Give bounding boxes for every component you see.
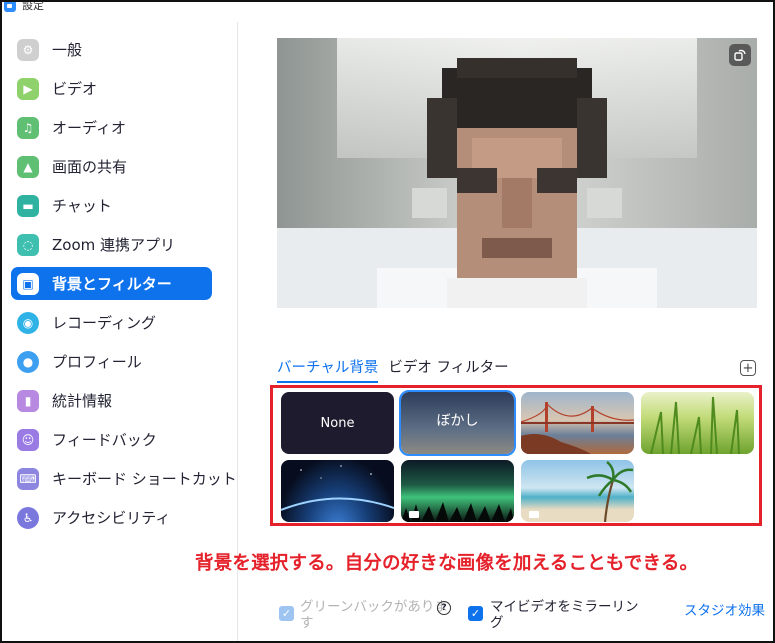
help-icon[interactable]: ? [437,601,451,615]
bottom-options: ✓ グリーンバックがありま す ? ✓ マイビデオをミラーリン グ スタジオ効果 [275,599,765,639]
tab-video-filters[interactable]: ビデオ フィルター [388,356,508,383]
sidebar-item-label: チャット [52,197,112,215]
accessibility-icon: ♿ [17,506,39,529]
sidebar-item-label: 一般 [52,41,83,59]
sidebar-item-share-screen[interactable]: ▲ 画面の共有 [11,150,212,183]
feedback-icon: ☺ [17,428,39,451]
gear-icon: ⚙ [17,38,39,61]
green-screen-label: グリーンバックがありま す [300,599,448,631]
background-blur[interactable]: ぼかし [399,390,516,456]
sidebar-item-label: ビデオ [52,80,98,98]
background-selection-highlight: None ぼかし [270,385,762,526]
background-blur-label: ぼかし [436,413,479,429]
sidebar-item-label: Zoom 連携アプリ [52,236,176,254]
sidebar-item-label: プロフィール [52,353,142,371]
check-icon: ✓ [281,607,292,620]
video-background-icon [409,511,419,518]
headphones-icon: ♫ [17,116,39,139]
sidebar-item-statistics[interactable]: ▮ 統計情報 [11,384,212,417]
check-icon: ✓ [470,607,481,620]
sidebar-item-accessibility[interactable]: ♿ アクセシビリティ [11,501,212,534]
background-aurora[interactable] [401,460,514,522]
sidebar-item-chat[interactable]: ▬ チャット [11,189,212,222]
plus-icon: + [742,360,754,376]
settings-window: 設定 ⚙ 一般 ▶ ビデオ ♫ オーディオ ▲ 画面の共有 ▬ チャット ◌ Z… [0,0,775,643]
background-grass[interactable] [641,392,754,454]
sidebar-item-label: アクセシビリティ [52,509,171,527]
earth-image [281,465,394,511]
zoom-app-icon [4,2,16,12]
annotation-text: 背景を選択する。自分の好きな画像を加えることもできる。 [195,553,699,574]
background-golden-gate[interactable] [521,392,634,454]
sidebar-item-background-filters[interactable]: ▣ 背景とフィルター [11,267,212,300]
mirror-video-label: マイビデオをミラーリン グ [490,599,639,631]
video-camera-icon: ▶ [17,77,39,100]
background-icon: ▣ [17,272,39,295]
background-none[interactable]: None [281,392,394,454]
video-preview [277,38,757,308]
add-image-button[interactable]: + [740,360,756,376]
pixelated-face-image [277,38,757,308]
sidebar-item-feedback[interactable]: ☺ フィードバック [11,423,212,456]
share-screen-icon: ▲ [17,155,39,178]
tab-virtual-background[interactable]: バーチャル背景 [277,356,379,383]
sidebar-item-label: 背景とフィルター [52,275,172,293]
chat-icon: ▬ [17,194,39,217]
sidebar-item-label: レコーディング [52,314,156,332]
sidebar-item-profile[interactable]: ● プロフィール [11,345,212,378]
sidebar-item-label: キーボード ショートカット [52,470,237,488]
video-background-icon [529,511,539,518]
mirror-video-checkbox[interactable]: ✓ [468,606,483,621]
green-screen-checkbox[interactable]: ✓ [279,606,294,621]
background-beach[interactable] [521,460,634,522]
record-icon: ◉ [17,311,39,334]
background-earth[interactable] [281,460,394,522]
rotate-icon [734,49,746,61]
title-bar: 設定 [2,2,773,16]
background-none-label: None [320,415,355,431]
sidebar-item-keyboard-shortcuts[interactable]: ⌨ キーボード ショートカット [11,462,237,495]
statistics-icon: ▮ [17,389,39,412]
rotate-video-button[interactable] [729,44,751,66]
keyboard-icon: ⌨ [17,467,39,490]
grass-image [650,396,740,454]
sidebar-item-zoom-apps[interactable]: ◌ Zoom 連携アプリ [11,228,212,261]
profile-icon: ● [17,350,39,373]
background-tabs: バーチャル背景 ビデオ フィルター [277,356,509,383]
sidebar-item-label: 統計情報 [52,392,113,410]
sidebar-item-video[interactable]: ▶ ビデオ [11,72,212,105]
window-title: 設定 [22,0,44,12]
studio-effects-link[interactable]: スタジオ効果 [684,599,765,619]
sidebar-item-label: フィードバック [52,431,157,449]
sidebar-item-general[interactable]: ⚙ 一般 [11,33,212,66]
sidebar-item-audio[interactable]: ♫ オーディオ [11,111,212,144]
sidebar-item-label: オーディオ [52,119,126,137]
sidebar-item-label: 画面の共有 [52,158,128,176]
golden-gate-image [521,402,634,454]
apps-icon: ◌ [17,233,39,256]
sidebar-item-recording[interactable]: ◉ レコーディング [11,306,212,339]
